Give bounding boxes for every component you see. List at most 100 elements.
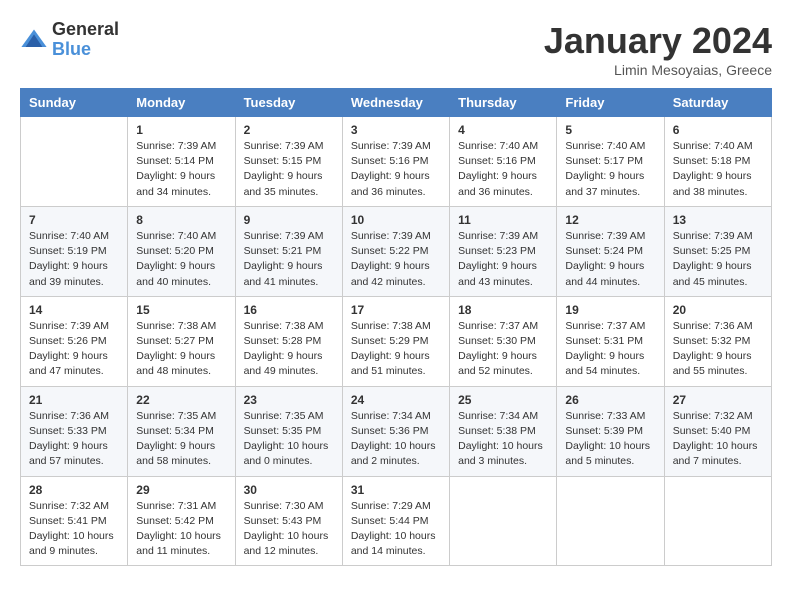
calendar-cell: 5 Sunrise: 7:40 AM Sunset: 5:17 PM Daylig…	[557, 117, 664, 207]
day-number: 9	[244, 213, 334, 227]
day-info: Sunrise: 7:34 AM Sunset: 5:38 PM Dayligh…	[458, 409, 548, 470]
day-number: 30	[244, 483, 334, 497]
day-info: Sunrise: 7:39 AM Sunset: 5:25 PM Dayligh…	[673, 229, 763, 290]
day-number: 29	[136, 483, 226, 497]
calendar-cell: 15 Sunrise: 7:38 AM Sunset: 5:27 PM Dayli…	[128, 296, 235, 386]
day-number: 22	[136, 393, 226, 407]
calendar-cell: 6 Sunrise: 7:40 AM Sunset: 5:18 PM Daylig…	[664, 117, 771, 207]
day-number: 27	[673, 393, 763, 407]
calendar-cell: 3 Sunrise: 7:39 AM Sunset: 5:16 PM Daylig…	[342, 117, 449, 207]
day-number: 13	[673, 213, 763, 227]
month-title: January 2024	[544, 20, 772, 62]
day-info: Sunrise: 7:39 AM Sunset: 5:26 PM Dayligh…	[29, 319, 119, 380]
calendar-cell: 22 Sunrise: 7:35 AM Sunset: 5:34 PM Dayli…	[128, 386, 235, 476]
day-number: 16	[244, 303, 334, 317]
calendar-cell: 12 Sunrise: 7:39 AM Sunset: 5:24 PM Dayli…	[557, 206, 664, 296]
day-info: Sunrise: 7:30 AM Sunset: 5:43 PM Dayligh…	[244, 499, 334, 560]
calendar-cell: 24 Sunrise: 7:34 AM Sunset: 5:36 PM Dayli…	[342, 386, 449, 476]
calendar-cell: 9Sunrise: 7:39 AM Sunset: 5:21 PM Daylig…	[235, 206, 342, 296]
calendar-cell: 11Sunrise: 7:39 AM Sunset: 5:23 PM Dayli…	[450, 206, 557, 296]
day-info: Sunrise: 7:32 AM Sunset: 5:40 PM Dayligh…	[673, 409, 763, 470]
day-number: 11	[458, 213, 548, 227]
day-info: Sunrise: 7:39 AM Sunset: 5:16 PM Dayligh…	[351, 139, 441, 200]
weekday-header: Wednesday	[342, 89, 449, 117]
page-header: General Blue January 2024 Limin Mesoyaia…	[20, 20, 772, 78]
day-info: Sunrise: 7:39 AM Sunset: 5:22 PM Dayligh…	[351, 229, 441, 290]
day-number: 4	[458, 123, 548, 137]
day-number: 6	[673, 123, 763, 137]
calendar-cell: 31 Sunrise: 7:29 AM Sunset: 5:44 PM Dayli…	[342, 476, 449, 566]
calendar-cell: 4 Sunrise: 7:40 AM Sunset: 5:16 PM Daylig…	[450, 117, 557, 207]
calendar-cell: 23Sunrise: 7:35 AM Sunset: 5:35 PM Dayli…	[235, 386, 342, 476]
logo-general: General	[52, 19, 119, 39]
day-number: 14	[29, 303, 119, 317]
calendar-cell: 18 Sunrise: 7:37 AM Sunset: 5:30 PM Dayli…	[450, 296, 557, 386]
calendar-cell: 26Sunrise: 7:33 AM Sunset: 5:39 PM Dayli…	[557, 386, 664, 476]
calendar-cell: 7Sunrise: 7:40 AM Sunset: 5:19 PM Daylig…	[21, 206, 128, 296]
title-block: January 2024 Limin Mesoyaias, Greece	[544, 20, 772, 78]
day-info: Sunrise: 7:35 AM Sunset: 5:34 PM Dayligh…	[136, 409, 226, 470]
day-info: Sunrise: 7:36 AM Sunset: 5:33 PM Dayligh…	[29, 409, 119, 470]
day-info: Sunrise: 7:38 AM Sunset: 5:28 PM Dayligh…	[244, 319, 334, 380]
day-number: 28	[29, 483, 119, 497]
weekday-header: Sunday	[21, 89, 128, 117]
calendar-cell: 14 Sunrise: 7:39 AM Sunset: 5:26 PM Dayli…	[21, 296, 128, 386]
calendar-cell: 8 Sunrise: 7:40 AM Sunset: 5:20 PM Daylig…	[128, 206, 235, 296]
day-number: 15	[136, 303, 226, 317]
calendar-cell: 1Sunrise: 7:39 AM Sunset: 5:14 PM Daylig…	[128, 117, 235, 207]
day-info: Sunrise: 7:39 AM Sunset: 5:15 PM Dayligh…	[244, 139, 334, 200]
day-info: Sunrise: 7:39 AM Sunset: 5:24 PM Dayligh…	[565, 229, 655, 290]
day-number: 25	[458, 393, 548, 407]
day-number: 20	[673, 303, 763, 317]
day-number: 23	[244, 393, 334, 407]
day-info: Sunrise: 7:37 AM Sunset: 5:30 PM Dayligh…	[458, 319, 548, 380]
calendar-cell: 13 Sunrise: 7:39 AM Sunset: 5:25 PM Dayli…	[664, 206, 771, 296]
calendar-cell: 20 Sunrise: 7:36 AM Sunset: 5:32 PM Dayli…	[664, 296, 771, 386]
day-number: 10	[351, 213, 441, 227]
logo: General Blue	[20, 20, 119, 60]
day-number: 1	[136, 123, 226, 137]
logo-blue: Blue	[52, 39, 91, 59]
day-info: Sunrise: 7:40 AM Sunset: 5:20 PM Dayligh…	[136, 229, 226, 290]
day-info: Sunrise: 7:33 AM Sunset: 5:39 PM Dayligh…	[565, 409, 655, 470]
calendar-cell: 10 Sunrise: 7:39 AM Sunset: 5:22 PM Dayli…	[342, 206, 449, 296]
calendar-table: SundayMondayTuesdayWednesdayThursdayFrid…	[20, 88, 772, 566]
day-info: Sunrise: 7:31 AM Sunset: 5:42 PM Dayligh…	[136, 499, 226, 560]
weekday-header: Tuesday	[235, 89, 342, 117]
day-number: 5	[565, 123, 655, 137]
day-info: Sunrise: 7:40 AM Sunset: 5:17 PM Dayligh…	[565, 139, 655, 200]
day-number: 3	[351, 123, 441, 137]
day-number: 31	[351, 483, 441, 497]
calendar-cell: 21 Sunrise: 7:36 AM Sunset: 5:33 PM Dayli…	[21, 386, 128, 476]
weekday-header: Friday	[557, 89, 664, 117]
day-number: 8	[136, 213, 226, 227]
calendar-cell: 27 Sunrise: 7:32 AM Sunset: 5:40 PM Dayli…	[664, 386, 771, 476]
day-info: Sunrise: 7:29 AM Sunset: 5:44 PM Dayligh…	[351, 499, 441, 560]
day-number: 21	[29, 393, 119, 407]
location: Limin Mesoyaias, Greece	[544, 62, 772, 78]
day-info: Sunrise: 7:38 AM Sunset: 5:29 PM Dayligh…	[351, 319, 441, 380]
weekday-header: Thursday	[450, 89, 557, 117]
day-number: 24	[351, 393, 441, 407]
calendar-cell	[21, 117, 128, 207]
logo-icon	[20, 26, 48, 54]
day-info: Sunrise: 7:40 AM Sunset: 5:18 PM Dayligh…	[673, 139, 763, 200]
day-info: Sunrise: 7:34 AM Sunset: 5:36 PM Dayligh…	[351, 409, 441, 470]
weekday-header: Saturday	[664, 89, 771, 117]
day-info: Sunrise: 7:38 AM Sunset: 5:27 PM Dayligh…	[136, 319, 226, 380]
day-info: Sunrise: 7:40 AM Sunset: 5:16 PM Dayligh…	[458, 139, 548, 200]
day-number: 12	[565, 213, 655, 227]
calendar-cell: 2Sunrise: 7:39 AM Sunset: 5:15 PM Daylig…	[235, 117, 342, 207]
day-number: 19	[565, 303, 655, 317]
calendar-cell: 17Sunrise: 7:38 AM Sunset: 5:29 PM Dayli…	[342, 296, 449, 386]
calendar-cell: 19Sunrise: 7:37 AM Sunset: 5:31 PM Dayli…	[557, 296, 664, 386]
day-number: 18	[458, 303, 548, 317]
calendar-cell	[450, 476, 557, 566]
day-info: Sunrise: 7:36 AM Sunset: 5:32 PM Dayligh…	[673, 319, 763, 380]
calendar-cell: 16 Sunrise: 7:38 AM Sunset: 5:28 PM Dayli…	[235, 296, 342, 386]
day-info: Sunrise: 7:32 AM Sunset: 5:41 PM Dayligh…	[29, 499, 119, 560]
weekday-header: Monday	[128, 89, 235, 117]
calendar-cell: 28 Sunrise: 7:32 AM Sunset: 5:41 PM Dayli…	[21, 476, 128, 566]
calendar-cell: 30 Sunrise: 7:30 AM Sunset: 5:43 PM Dayli…	[235, 476, 342, 566]
calendar-cell: 25 Sunrise: 7:34 AM Sunset: 5:38 PM Dayli…	[450, 386, 557, 476]
